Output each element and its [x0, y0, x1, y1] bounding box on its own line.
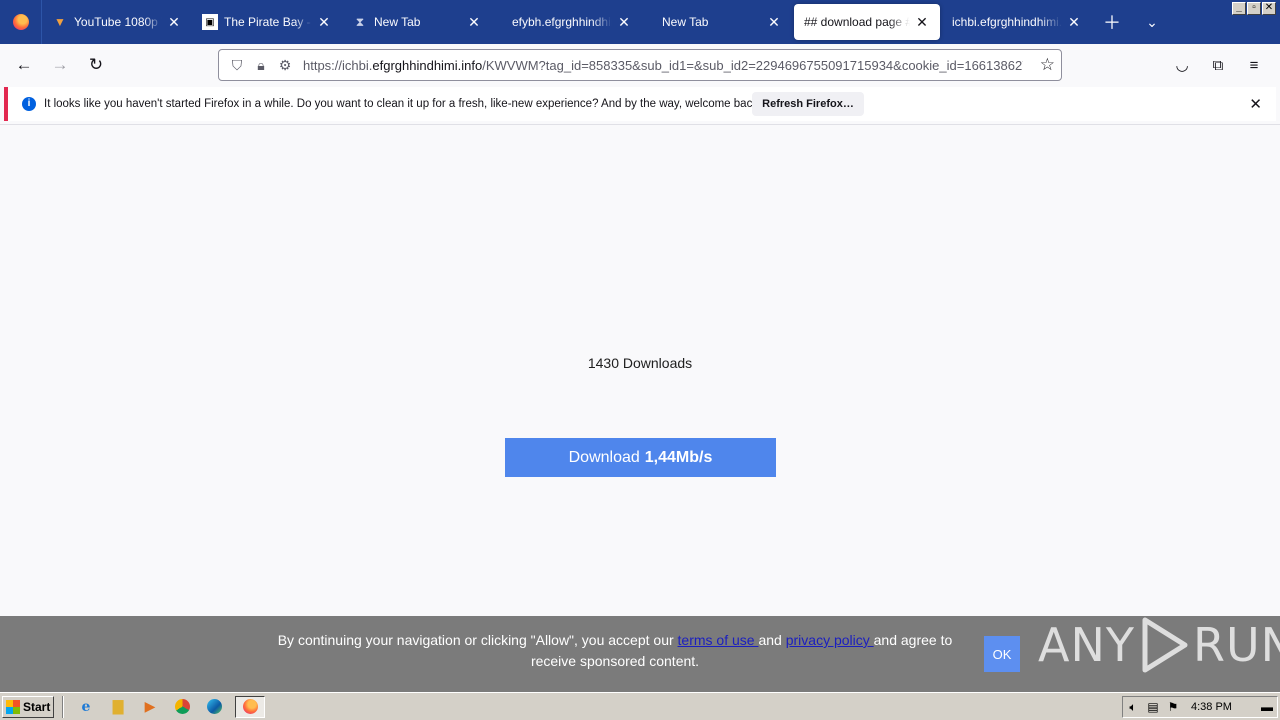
- forward-arrow-icon[interactable]: →: [42, 49, 78, 81]
- firefox-view-button[interactable]: [0, 0, 42, 44]
- download-speed: 1,44Mb/s: [644, 448, 713, 466]
- consent-and: and: [758, 632, 786, 648]
- internet-explorer-icon[interactable]: e: [75, 696, 97, 718]
- network-icon[interactable]: ▤: [1143, 700, 1163, 714]
- url-text[interactable]: https://ichbi.efgrghhindhimi.info/KWVWM?…: [303, 58, 1023, 73]
- url-domain: efgrghhindhimi.info: [372, 57, 483, 73]
- consent-ok-button[interactable]: OK: [984, 636, 1020, 672]
- tab-download-page[interactable]: ## download page ## ✕: [794, 4, 940, 40]
- extensions-puzzle-icon[interactable]: ⧉: [1200, 49, 1236, 81]
- clock[interactable]: 4:38 PM: [1191, 701, 1232, 713]
- system-tray: 🔈︎ ▤ ⚑ 4:38 PM ▬: [1122, 696, 1278, 718]
- pocket-icon[interactable]: ◡: [1164, 49, 1200, 81]
- close-tab-icon[interactable]: ✕: [616, 14, 632, 31]
- tab-new-tab-1[interactable]: ⧗ New Tab ✕: [342, 0, 492, 44]
- start-button[interactable]: Start: [2, 695, 54, 718]
- reload-icon[interactable]: ↻: [78, 49, 114, 81]
- tab-title: ichbi.efgrghhindhimi.info: [952, 15, 1062, 29]
- close-tab-icon[interactable]: ✕: [466, 14, 482, 31]
- tracking-shield-icon[interactable]: ⛉: [225, 57, 249, 74]
- file-explorer-folder-icon[interactable]: ▇: [107, 696, 129, 718]
- close-tab-icon[interactable]: ✕: [766, 14, 782, 31]
- chrome-icon[interactable]: [171, 696, 193, 718]
- restore-window-button[interactable]: ▫: [1247, 2, 1261, 15]
- show-desktop-icon[interactable]: ▬: [1257, 700, 1277, 714]
- navigation-toolbar: ← → ↻ ⛉ 🔒︎ ⚙ https://ichbi.efgrghhindhim…: [0, 44, 1280, 86]
- firefox-taskbar-icon[interactable]: [235, 695, 265, 718]
- address-bar[interactable]: ⛉ 🔒︎ ⚙ https://ichbi.efgrghhindhimi.info…: [218, 49, 1062, 81]
- tab-title: YouTube 1080p Video Downloader: [74, 15, 162, 29]
- close-tab-icon[interactable]: ✕: [1066, 14, 1082, 31]
- close-notification-icon[interactable]: ✕: [1249, 95, 1262, 113]
- volume-icon[interactable]: 🔈︎: [1123, 700, 1143, 715]
- anyrun-watermark: ANY RUN: [1038, 616, 1280, 674]
- info-icon: i: [22, 97, 36, 111]
- tab-title: The Pirate Bay - The galaxy's most resil…: [224, 15, 312, 29]
- watermark-run: RUN: [1192, 618, 1280, 672]
- menu-hamburger-icon[interactable]: ≡: [1236, 49, 1272, 81]
- notification-message: It looks like you haven't started Firefo…: [44, 98, 762, 110]
- toolbar-right: ◡ ⧉ ≡: [1164, 49, 1272, 81]
- watermark-any: ANY: [1038, 618, 1135, 672]
- permissions-icon[interactable]: ⚙: [273, 57, 297, 74]
- firefox-logo-icon: [12, 14, 29, 30]
- lock-icon[interactable]: 🔒︎: [249, 57, 273, 74]
- list-all-tabs-chevron-icon[interactable]: ⌄: [1132, 0, 1172, 44]
- tab-strip: ▼ YouTube 1080p Video Downloader ✕ ▣ The…: [0, 0, 1280, 44]
- tab-new-tab-2[interactable]: New Tab ✕: [642, 0, 792, 44]
- action-center-flag-icon[interactable]: ⚑: [1163, 700, 1183, 714]
- windows-flag-icon: [6, 699, 20, 714]
- new-tab-plus-icon[interactable]: ＋: [1092, 0, 1132, 44]
- close-window-button[interactable]: ✕: [1262, 2, 1276, 15]
- taskbar-separator: [62, 695, 64, 718]
- close-tab-icon[interactable]: ✕: [914, 14, 930, 31]
- window-controls: _ ▫ ✕: [1232, 2, 1276, 15]
- pirate-bay-icon: ▣: [202, 14, 218, 30]
- edge-icon[interactable]: [203, 696, 225, 718]
- close-tab-icon[interactable]: ✕: [316, 14, 332, 31]
- bookmark-star-icon[interactable]: ☆: [1040, 55, 1055, 75]
- download-button[interactable]: Download 1,44Mb/s: [505, 438, 776, 477]
- terms-of-use-link[interactable]: terms of use: [678, 632, 759, 648]
- consent-banner: By continuing your navigation or clickin…: [0, 616, 1280, 692]
- play-triangle-icon: [1142, 617, 1188, 673]
- url-path: /KWVWM?tag_id=858335&sub_id1=&sub_id2=22…: [482, 57, 1023, 73]
- back-arrow-icon[interactable]: ←: [6, 49, 42, 81]
- privacy-policy-link[interactable]: privacy policy: [786, 632, 874, 648]
- download-count: 1430 Downloads: [587, 355, 693, 371]
- windows-taskbar: Start e ▇ ▶ 🔈︎ ▤ ⚑ 4:38 PM ▬: [0, 692, 1280, 720]
- download-label: Download: [568, 448, 640, 466]
- tab-title: New Tab: [374, 15, 421, 29]
- url-prefix: https://ichbi.: [303, 57, 373, 73]
- refresh-firefox-notification: i It looks like you haven't started Fire…: [4, 87, 1276, 121]
- consent-text-start: By continuing your navigation or clickin…: [277, 632, 678, 648]
- hourglass-icon: ⧗: [355, 14, 365, 29]
- media-player-icon[interactable]: ▶: [139, 696, 161, 718]
- tab-pirate-bay[interactable]: ▣ The Pirate Bay - The galaxy's most res…: [192, 0, 342, 44]
- tab-title: New Tab: [662, 15, 709, 29]
- minimize-window-button[interactable]: _: [1232, 2, 1246, 15]
- page-content: 1430 Downloads Download 1,44Mb/s: [0, 125, 1280, 616]
- close-tab-icon[interactable]: ✕: [166, 14, 182, 31]
- youtube-downloader-icon: ▼: [54, 15, 66, 29]
- tab-title: ## download page ##: [804, 15, 910, 29]
- tab-youtube-downloader[interactable]: ▼ YouTube 1080p Video Downloader ✕: [42, 0, 192, 44]
- tab-efybh[interactable]: efybh.efgrghhindhimi.info ✕: [492, 0, 642, 44]
- refresh-firefox-button[interactable]: Refresh Firefox…: [752, 92, 864, 116]
- tab-ichbi[interactable]: ichbi.efgrghhindhimi.info ✕: [942, 0, 1092, 44]
- start-label: Start: [23, 699, 51, 714]
- consent-text: By continuing your navigation or clickin…: [270, 630, 960, 672]
- tab-title: efybh.efgrghhindhimi.info: [512, 15, 612, 29]
